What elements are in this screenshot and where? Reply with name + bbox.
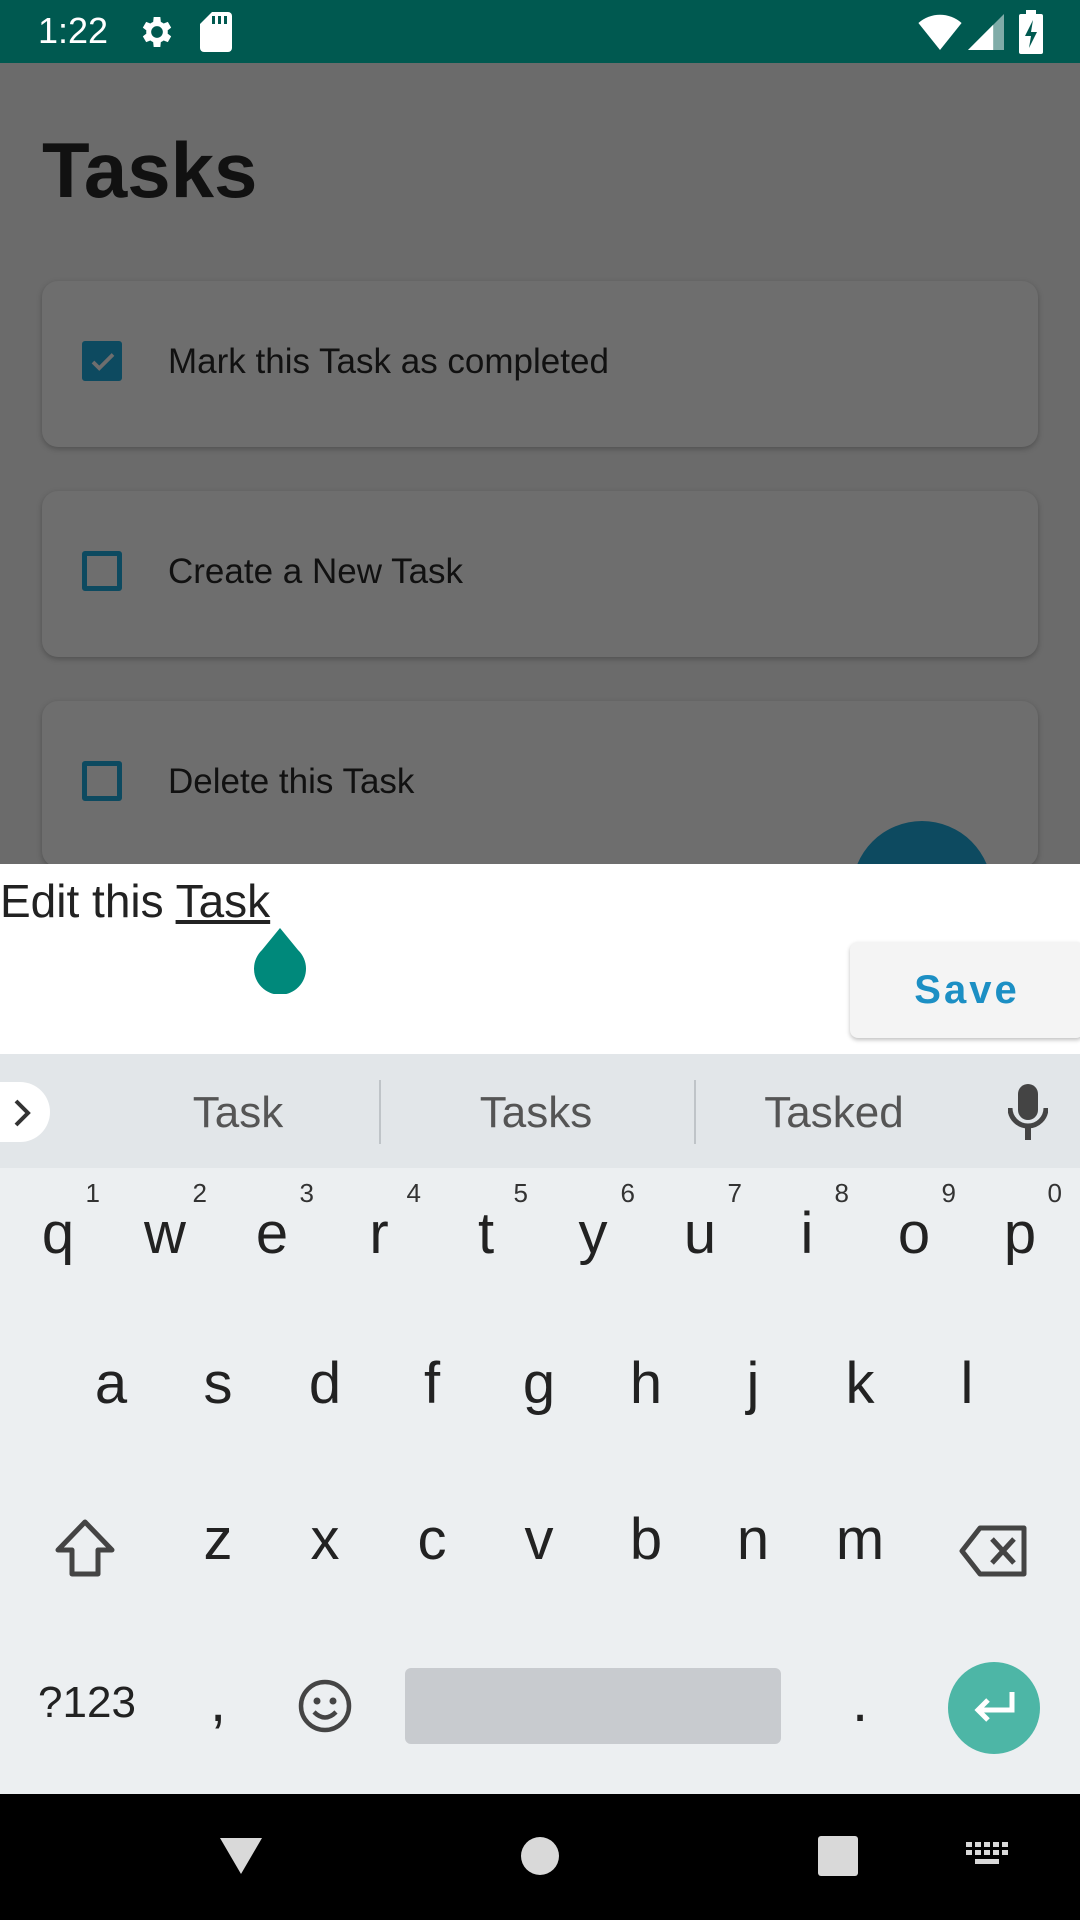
symbols-key[interactable]: ?123: [22, 1646, 152, 1756]
suggestion-item[interactable]: Task: [138, 1088, 338, 1138]
keyboard-switch-icon[interactable]: [966, 1842, 1010, 1870]
task-label: Create a New Task: [168, 552, 464, 591]
key-q[interactable]: q1: [8, 1178, 108, 1288]
suggestion-item[interactable]: Tasked: [734, 1088, 934, 1138]
edit-text-composing: Task: [175, 875, 271, 927]
key-d[interactable]: d: [275, 1328, 375, 1438]
task-list-screen: Tasks Mark this Task as completed Create…: [0, 63, 1080, 864]
key-h[interactable]: h: [596, 1328, 696, 1438]
key-g[interactable]: g: [489, 1328, 589, 1438]
check-icon: [91, 353, 115, 371]
edit-task-panel: Edit this Task Save: [0, 864, 1080, 1054]
shift-key[interactable]: [35, 1484, 135, 1594]
edit-task-input[interactable]: Edit this Task: [0, 874, 270, 928]
sd-card-icon: [200, 12, 232, 52]
task-checkbox[interactable]: [82, 761, 122, 801]
battery-charging-icon: [1019, 10, 1043, 54]
comma-key[interactable]: ,: [168, 1646, 268, 1756]
enter-icon: [974, 1692, 1015, 1722]
key-j[interactable]: j: [703, 1328, 803, 1438]
key-o[interactable]: o9: [864, 1178, 964, 1288]
soft-keyboard: Task Tasks Tasked q1 w2 e3 r4 t5 y6 u7 i…: [0, 1054, 1080, 1794]
key-e[interactable]: e3: [222, 1178, 322, 1288]
backspace-icon: [959, 1525, 1027, 1577]
home-icon[interactable]: [520, 1836, 560, 1876]
expand-toolbar-button[interactable]: [0, 1082, 50, 1142]
key-t[interactable]: t5: [436, 1178, 536, 1288]
page-title: Tasks: [42, 126, 258, 214]
suggestion-item[interactable]: Tasks: [436, 1088, 636, 1138]
key-s[interactable]: s: [168, 1328, 268, 1438]
recents-icon[interactable]: [818, 1836, 858, 1876]
task-label: Delete this Task: [168, 762, 415, 801]
status-bar: 1:22: [0, 0, 1080, 63]
task-checkbox[interactable]: [82, 551, 122, 591]
microphone-icon[interactable]: [1008, 1084, 1048, 1140]
key-z[interactable]: z: [168, 1484, 268, 1594]
key-u[interactable]: u7: [650, 1178, 750, 1288]
task-card[interactable]: Create a New Task: [42, 491, 1038, 657]
key-p[interactable]: p0: [970, 1178, 1070, 1288]
key-b[interactable]: b: [596, 1484, 696, 1594]
save-button[interactable]: Save: [850, 942, 1080, 1038]
key-r[interactable]: r4: [329, 1178, 429, 1288]
key-x[interactable]: x: [275, 1484, 375, 1594]
chevron-right-icon: [14, 1099, 31, 1127]
edit-text-prefix: Edit this: [0, 875, 176, 927]
back-icon[interactable]: [216, 1834, 266, 1878]
key-n[interactable]: n: [703, 1484, 803, 1594]
key-m[interactable]: m: [810, 1484, 910, 1594]
emoji-icon: [298, 1679, 352, 1733]
task-label: Mark this Task as completed: [168, 342, 609, 381]
text-cursor-handle[interactable]: [252, 924, 308, 994]
emoji-key[interactable]: [275, 1646, 375, 1756]
gear-icon: [142, 17, 172, 47]
key-a[interactable]: a: [61, 1328, 161, 1438]
suggestion-divider: [379, 1080, 381, 1144]
wifi-icon: [918, 14, 962, 50]
suggestion-strip: Task Tasks Tasked: [0, 1054, 1080, 1168]
space-bar[interactable]: [405, 1668, 781, 1744]
shift-icon: [55, 1519, 115, 1577]
key-w[interactable]: w2: [115, 1178, 215, 1288]
task-checkbox[interactable]: [82, 341, 122, 381]
suggestion-divider: [694, 1080, 696, 1144]
task-card[interactable]: Mark this Task as completed: [42, 281, 1038, 447]
cell-signal-icon: [968, 14, 1004, 50]
key-v[interactable]: v: [489, 1484, 589, 1594]
backspace-key[interactable]: [944, 1484, 1044, 1594]
period-key[interactable]: .: [810, 1646, 910, 1756]
enter-key[interactable]: [948, 1662, 1040, 1754]
key-y[interactable]: y6: [543, 1178, 643, 1288]
key-k[interactable]: k: [810, 1328, 910, 1438]
key-c[interactable]: c: [382, 1484, 482, 1594]
key-f[interactable]: f: [382, 1328, 482, 1438]
navigation-bar: [0, 1794, 1080, 1920]
key-l[interactable]: l: [917, 1328, 1017, 1438]
key-i[interactable]: i8: [757, 1178, 857, 1288]
status-time: 1:22: [38, 10, 109, 51]
